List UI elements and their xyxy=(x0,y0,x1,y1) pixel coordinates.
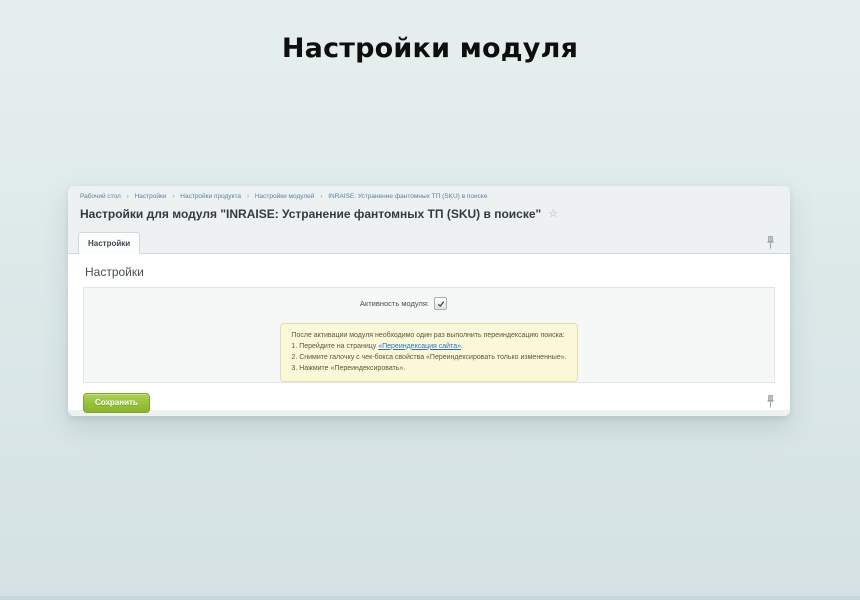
pin-icon-bottom[interactable] xyxy=(767,395,774,408)
reindex-site-link[interactable]: «Переиндексация сайта» xyxy=(378,343,461,350)
breadcrumb-item-current: INRAISE: Устранение фантомных ТП (SKU) в… xyxy=(328,193,487,200)
note-intro: После активации модуля необходимо один р… xyxy=(291,331,566,342)
pin-icon-top[interactable] xyxy=(767,236,774,249)
breadcrumb-item-product-settings[interactable]: Настройки продукта xyxy=(180,193,241,200)
note-step-1-suffix: . xyxy=(461,343,463,350)
breadcrumb-separator: › xyxy=(320,193,322,200)
breadcrumb-item-settings[interactable]: Настройки xyxy=(135,193,167,200)
buttons-row: Сохранить xyxy=(82,383,776,413)
breadcrumb-item-module-settings[interactable]: Настройки модулей xyxy=(255,193,315,200)
settings-fieldset: Активность модуля: После активации модул… xyxy=(83,287,775,383)
reindex-note: После активации модуля необходимо один р… xyxy=(280,323,577,382)
module-title-row: Настройки для модуля "INRAISE: Устранени… xyxy=(80,207,778,221)
activity-checkbox[interactable] xyxy=(434,297,447,310)
tab-settings[interactable]: Настройки xyxy=(78,232,140,254)
breadcrumb-item-desktop[interactable]: Рабочий стол xyxy=(80,193,121,200)
breadcrumb-separator: › xyxy=(172,193,174,200)
note-step-1: 1. Перейдите на страницу «Переиндексация… xyxy=(291,342,566,353)
card-header: Рабочий стол › Настройки › Настройки про… xyxy=(68,186,790,254)
section-title: Настройки xyxy=(85,265,776,279)
page-title: Настройки модуля xyxy=(0,33,860,64)
module-page-title: Настройки для модуля "INRAISE: Устранени… xyxy=(80,207,541,221)
activity-field-row: Активность модуля: xyxy=(84,297,774,310)
checkmark-icon xyxy=(437,300,445,308)
tab-bar: Настройки xyxy=(68,230,790,254)
activity-label: Активность модуля: xyxy=(84,299,431,308)
breadcrumb-separator: › xyxy=(127,193,129,200)
note-step-2: 2. Снимите галочку с чек-бокса свойства … xyxy=(291,353,566,364)
page-background: { "header": { "title": "Настройки модуля… xyxy=(0,0,860,600)
note-step-1-text: 1. Перейдите на страницу xyxy=(291,343,378,350)
note-step-3: 3. Нажмите «Переиндексировать». xyxy=(291,364,566,375)
settings-panel: Настройки Активность модуля: После актив… xyxy=(68,254,790,410)
module-settings-window: Рабочий стол › Настройки › Настройки про… xyxy=(68,186,790,416)
breadcrumb-separator: › xyxy=(247,193,249,200)
breadcrumb: Рабочий стол › Настройки › Настройки про… xyxy=(80,193,778,200)
save-button[interactable]: Сохранить xyxy=(83,393,150,413)
bottom-edge-strip xyxy=(0,596,860,600)
favorite-star-icon[interactable]: ☆ xyxy=(548,209,558,220)
